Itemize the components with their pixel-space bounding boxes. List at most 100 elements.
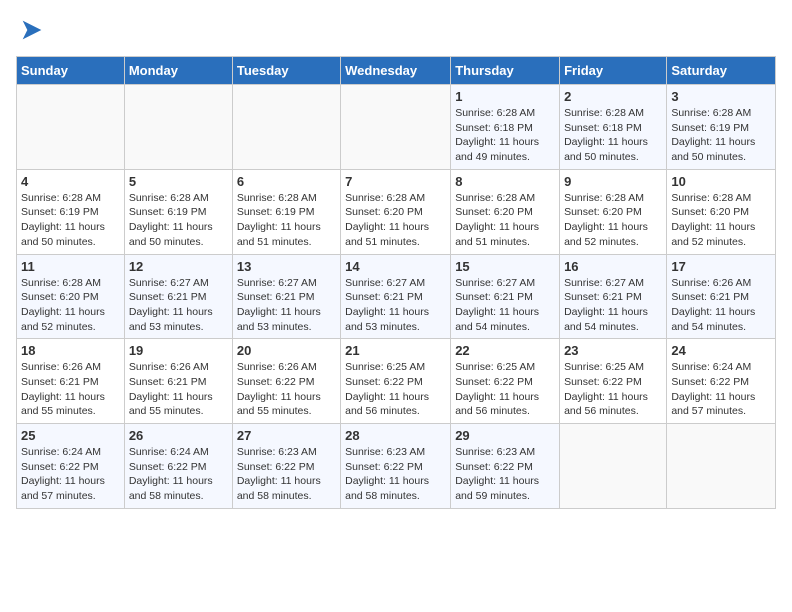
day-info: Sunrise: 6:28 AM Sunset: 6:18 PM Dayligh… [455,106,555,165]
day-info: Sunrise: 6:26 AM Sunset: 6:21 PM Dayligh… [129,360,228,419]
day-info: Sunrise: 6:27 AM Sunset: 6:21 PM Dayligh… [564,276,662,335]
calendar-cell [667,424,776,509]
calendar-cell: 5 Sunrise: 6:28 AM Sunset: 6:19 PM Daylig… [124,169,232,254]
day-number: 2 [564,89,662,104]
day-info: Sunrise: 6:27 AM Sunset: 6:21 PM Dayligh… [455,276,555,335]
day-number: 26 [129,428,228,443]
weekday-header-thursday: Thursday [451,57,560,85]
day-number: 20 [237,343,336,358]
day-info: Sunrise: 6:25 AM Sunset: 6:22 PM Dayligh… [564,360,662,419]
day-number: 18 [21,343,120,358]
day-number: 29 [455,428,555,443]
day-info: Sunrise: 6:28 AM Sunset: 6:19 PM Dayligh… [21,191,120,250]
page: SundayMondayTuesdayWednesdayThursdayFrid… [0,0,792,525]
day-info: Sunrise: 6:24 AM Sunset: 6:22 PM Dayligh… [671,360,771,419]
calendar-cell: 27Sunrise: 6:23 AM Sunset: 6:22 PM Dayli… [232,424,340,509]
calendar-week-5: 25Sunrise: 6:24 AM Sunset: 6:22 PM Dayli… [17,424,776,509]
calendar-cell: 10 Sunrise: 6:28 AM Sunset: 6:20 PM Dayli… [667,169,776,254]
day-number: 1 [455,89,555,104]
weekday-header-wednesday: Wednesday [341,57,451,85]
day-info: Sunrise: 6:26 AM Sunset: 6:21 PM Dayligh… [671,276,771,335]
calendar-cell: 21 Sunrise: 6:25 AM Sunset: 6:22 PM Dayli… [341,339,451,424]
day-info: Sunrise: 6:26 AM Sunset: 6:21 PM Dayligh… [21,360,120,419]
day-info: Sunrise: 6:24 AM Sunset: 6:22 PM Dayligh… [129,445,228,504]
calendar-cell: 14 Sunrise: 6:27 AM Sunset: 6:21 PM Dayli… [341,254,451,339]
calendar-cell: 7 Sunrise: 6:28 AM Sunset: 6:20 PM Daylig… [341,169,451,254]
day-number: 6 [237,174,336,189]
day-number: 10 [671,174,771,189]
day-number: 11 [21,259,120,274]
logo [16,16,46,44]
calendar-cell: 3Sunrise: 6:28 AM Sunset: 6:19 PM Daylig… [667,85,776,170]
calendar-cell: 13 Sunrise: 6:27 AM Sunset: 6:21 PM Dayli… [232,254,340,339]
day-info: Sunrise: 6:25 AM Sunset: 6:22 PM Dayligh… [345,360,446,419]
day-number: 16 [564,259,662,274]
day-info: Sunrise: 6:28 AM Sunset: 6:18 PM Dayligh… [564,106,662,165]
calendar-cell: 15Sunrise: 6:27 AM Sunset: 6:21 PM Dayli… [451,254,560,339]
calendar-week-2: 4 Sunrise: 6:28 AM Sunset: 6:19 PM Daylig… [17,169,776,254]
calendar-cell [341,85,451,170]
header [16,16,776,44]
weekday-header-saturday: Saturday [667,57,776,85]
day-info: Sunrise: 6:28 AM Sunset: 6:19 PM Dayligh… [671,106,771,165]
day-number: 9 [564,174,662,189]
calendar-cell: 16 Sunrise: 6:27 AM Sunset: 6:21 PM Dayli… [560,254,667,339]
calendar-cell: 20 Sunrise: 6:26 AM Sunset: 6:22 PM Dayli… [232,339,340,424]
weekday-header-friday: Friday [560,57,667,85]
day-info: Sunrise: 6:28 AM Sunset: 6:19 PM Dayligh… [129,191,228,250]
calendar-cell: 9 Sunrise: 6:28 AM Sunset: 6:20 PM Daylig… [560,169,667,254]
calendar-cell: 22 Sunrise: 6:25 AM Sunset: 6:22 PM Dayli… [451,339,560,424]
day-number: 21 [345,343,446,358]
day-number: 24 [671,343,771,358]
calendar-cell: 28 Sunrise: 6:23 AM Sunset: 6:22 PM Dayli… [341,424,451,509]
day-info: Sunrise: 6:26 AM Sunset: 6:22 PM Dayligh… [237,360,336,419]
calendar-cell: 25Sunrise: 6:24 AM Sunset: 6:22 PM Dayli… [17,424,125,509]
day-number: 5 [129,174,228,189]
day-number: 22 [455,343,555,358]
calendar-cell: 26 Sunrise: 6:24 AM Sunset: 6:22 PM Dayli… [124,424,232,509]
calendar-cell [124,85,232,170]
day-number: 8 [455,174,555,189]
calendar-cell: 19 Sunrise: 6:26 AM Sunset: 6:21 PM Dayli… [124,339,232,424]
day-info: Sunrise: 6:28 AM Sunset: 6:20 PM Dayligh… [671,191,771,250]
calendar-cell: 11 Sunrise: 6:28 AM Sunset: 6:20 PM Dayli… [17,254,125,339]
day-number: 23 [564,343,662,358]
calendar-cell [17,85,125,170]
calendar-cell: 24 Sunrise: 6:24 AM Sunset: 6:22 PM Dayli… [667,339,776,424]
day-info: Sunrise: 6:27 AM Sunset: 6:21 PM Dayligh… [345,276,446,335]
day-number: 19 [129,343,228,358]
calendar-cell [232,85,340,170]
calendar-cell: 29 Sunrise: 6:23 AM Sunset: 6:22 PM Dayli… [451,424,560,509]
day-info: Sunrise: 6:27 AM Sunset: 6:21 PM Dayligh… [237,276,336,335]
calendar-cell: 8 Sunrise: 6:28 AM Sunset: 6:20 PM Daylig… [451,169,560,254]
calendar-week-1: 1 Sunrise: 6:28 AM Sunset: 6:18 PM Daylig… [17,85,776,170]
day-number: 14 [345,259,446,274]
calendar-table: SundayMondayTuesdayWednesdayThursdayFrid… [16,56,776,509]
calendar-cell: 1 Sunrise: 6:28 AM Sunset: 6:18 PM Daylig… [451,85,560,170]
day-number: 7 [345,174,446,189]
logo-arrow-icon [18,16,46,44]
weekday-header-tuesday: Tuesday [232,57,340,85]
day-info: Sunrise: 6:23 AM Sunset: 6:22 PM Dayligh… [455,445,555,504]
day-info: Sunrise: 6:23 AM Sunset: 6:22 PM Dayligh… [345,445,446,504]
calendar-week-3: 11 Sunrise: 6:28 AM Sunset: 6:20 PM Dayli… [17,254,776,339]
calendar-cell [560,424,667,509]
calendar-cell: 2 Sunrise: 6:28 AM Sunset: 6:18 PM Daylig… [560,85,667,170]
day-info: Sunrise: 6:25 AM Sunset: 6:22 PM Dayligh… [455,360,555,419]
day-info: Sunrise: 6:27 AM Sunset: 6:21 PM Dayligh… [129,276,228,335]
day-number: 17 [671,259,771,274]
day-info: Sunrise: 6:28 AM Sunset: 6:20 PM Dayligh… [564,191,662,250]
day-info: Sunrise: 6:28 AM Sunset: 6:20 PM Dayligh… [455,191,555,250]
day-number: 4 [21,174,120,189]
weekday-header-row: SundayMondayTuesdayWednesdayThursdayFrid… [17,57,776,85]
calendar-cell: 18 Sunrise: 6:26 AM Sunset: 6:21 PM Dayli… [17,339,125,424]
day-number: 27 [237,428,336,443]
day-number: 13 [237,259,336,274]
calendar-cell: 12Sunrise: 6:27 AM Sunset: 6:21 PM Dayli… [124,254,232,339]
day-info: Sunrise: 6:28 AM Sunset: 6:20 PM Dayligh… [21,276,120,335]
day-info: Sunrise: 6:28 AM Sunset: 6:20 PM Dayligh… [345,191,446,250]
day-info: Sunrise: 6:24 AM Sunset: 6:22 PM Dayligh… [21,445,120,504]
day-number: 28 [345,428,446,443]
calendar-cell: 17 Sunrise: 6:26 AM Sunset: 6:21 PM Dayli… [667,254,776,339]
calendar-cell: 4 Sunrise: 6:28 AM Sunset: 6:19 PM Daylig… [17,169,125,254]
